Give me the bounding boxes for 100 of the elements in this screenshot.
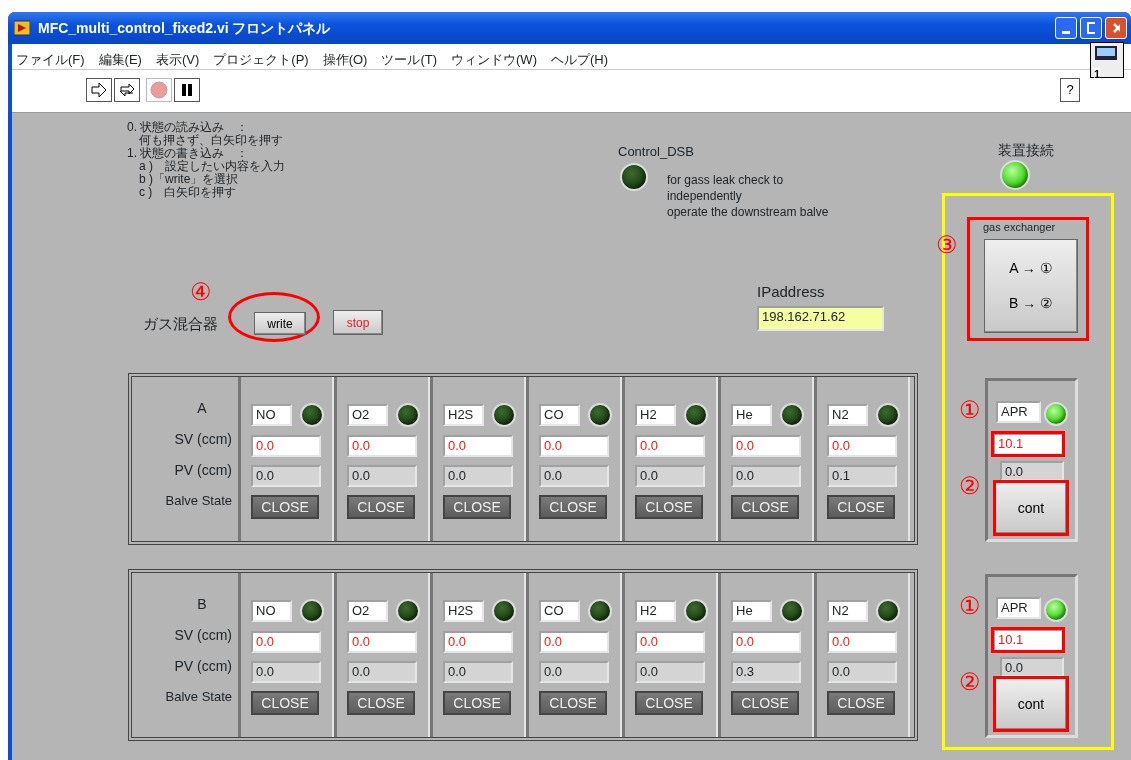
- reading-field: 0.0: [347, 661, 417, 683]
- menu-item[interactable]: 表示(V): [155, 50, 200, 67]
- exchanger-button[interactable]: A → ① B → ②: [984, 239, 1078, 333]
- setpoint-field[interactable]: 0.0: [827, 631, 897, 653]
- exchanger-label: gas exchanger: [983, 220, 1056, 235]
- setpoint-field[interactable]: 0.0: [731, 631, 801, 653]
- valve-button[interactable]: CLOSE: [347, 495, 415, 519]
- setpoint-field[interactable]: 10.1: [993, 433, 1063, 455]
- valve-button[interactable]: CLOSE: [539, 495, 607, 519]
- field-label: IPaddress: [757, 282, 825, 302]
- annotation-number: ②: [959, 670, 981, 694]
- gas-name-field: NO: [251, 404, 293, 426]
- indicator-label: 装置接続: [998, 141, 1054, 160]
- gas-name-field: N2: [827, 600, 869, 622]
- reading-field: 0.3: [731, 661, 801, 683]
- write-button[interactable]: write: [254, 312, 306, 335]
- valve-button[interactable]: CLOSE: [539, 691, 607, 715]
- group-label: B: [196, 595, 207, 614]
- valve-button[interactable]: CLOSE: [635, 495, 703, 519]
- valve-button[interactable]: CLOSE: [827, 495, 895, 519]
- row-label: PV (ccm): [174, 657, 232, 676]
- group-label: A: [196, 399, 207, 418]
- reading-field: 0.0: [443, 465, 513, 487]
- valve-button[interactable]: CLOSE: [251, 691, 319, 715]
- close-button[interactable]: [1105, 17, 1127, 39]
- setpoint-field[interactable]: 0.0: [827, 435, 897, 457]
- gas-name-field: NO: [251, 600, 293, 622]
- setpoint-field[interactable]: 0.0: [347, 631, 417, 653]
- app-icon: [14, 20, 30, 36]
- valve-button[interactable]: CLOSE: [731, 691, 799, 715]
- reading-field: 0.0: [731, 465, 801, 487]
- gas-name-field: H2S: [443, 404, 485, 426]
- cont-button[interactable]: cont: [995, 678, 1067, 730]
- reading-field: 0.0: [443, 661, 513, 683]
- menu-item[interactable]: 操作(O): [322, 50, 368, 67]
- valve-button[interactable]: CLOSE: [443, 691, 511, 715]
- annotation-number: ①: [959, 594, 981, 618]
- mixer-label: ガス混合器: [143, 314, 218, 334]
- gas-name-field: H2S: [443, 600, 485, 622]
- setpoint-field[interactable]: 0.0: [251, 435, 321, 457]
- help-button[interactable]: ?: [1060, 78, 1080, 102]
- reading-field: 0.1: [827, 465, 897, 487]
- menu-item[interactable]: ヘルプ(H): [550, 50, 608, 67]
- valve-button[interactable]: CLOSE: [347, 691, 415, 715]
- gas-name-field: N2: [827, 404, 869, 426]
- pause-icon[interactable]: [174, 78, 200, 102]
- setpoint-field[interactable]: 0.0: [251, 631, 321, 653]
- run-continuously-icon[interactable]: [114, 78, 140, 102]
- button-line: A → ①: [1009, 259, 1053, 278]
- menu-item[interactable]: ファイル(F): [16, 50, 85, 67]
- cont-button[interactable]: cont: [995, 482, 1067, 534]
- reading-field: 0.0: [539, 661, 609, 683]
- setpoint-field[interactable]: 0.0: [635, 435, 705, 457]
- menu-item[interactable]: 編集(E): [98, 50, 142, 67]
- setpoint-field[interactable]: 0.0: [539, 631, 609, 653]
- minimize-icon: [1062, 30, 1070, 34]
- gas-name-field: O2: [347, 404, 389, 426]
- instruction-text: 0. 状態の読み込み ： 何も押さず、白矢印を押す 1. 状態の書き込み ： a ) 設定したい内容を入力 b )「write」を選択 c ) 白矢印を押す: [127, 121, 285, 199]
- button-line: B → ②: [1008, 294, 1054, 313]
- gas-name-field: APR: [996, 401, 1041, 423]
- row-label: SV (ccm): [174, 430, 232, 449]
- menu-item[interactable]: プロジェクト(P): [213, 50, 309, 67]
- annotation-number: ②: [959, 474, 981, 498]
- ip-address-field[interactable]: 198.162.71.62: [757, 306, 884, 331]
- reading-field: 0.0: [251, 661, 321, 683]
- reading-field: 0.0: [347, 465, 417, 487]
- gas-name-field: H2: [635, 600, 677, 622]
- row-label: Balve State: [165, 688, 232, 706]
- setpoint-field[interactable]: 0.0: [347, 435, 417, 457]
- reading-field: 0.0: [539, 465, 609, 487]
- setpoint-field[interactable]: 0.0: [443, 435, 513, 457]
- row-label: PV (ccm): [174, 461, 232, 480]
- control-label: Control_DSB: [618, 143, 694, 161]
- minimize-button[interactable]: [1055, 17, 1077, 39]
- valve-button[interactable]: CLOSE: [827, 691, 895, 715]
- gas-name-field: APR: [996, 597, 1041, 619]
- setpoint-field[interactable]: 0.0: [635, 631, 705, 653]
- menu-item[interactable]: ウィンドウ(W): [451, 50, 537, 67]
- valve-button[interactable]: CLOSE: [635, 691, 703, 715]
- icon-label: 1: [1094, 67, 1101, 80]
- setpoint-field[interactable]: 0.0: [731, 435, 801, 457]
- menu-item[interactable]: ツール(T): [381, 50, 438, 67]
- stop-button[interactable]: stop: [333, 310, 383, 335]
- setpoint-field[interactable]: 10.1: [993, 629, 1063, 651]
- reading-field: 0.0: [635, 465, 705, 487]
- setpoint-field[interactable]: 0.0: [539, 435, 609, 457]
- note-text: for gass leak check to independently operate the downstream balve: [667, 172, 829, 220]
- gas-name-field: CO: [539, 404, 581, 426]
- maximize-button[interactable]: [1080, 17, 1102, 39]
- valve-button[interactable]: CLOSE: [443, 495, 511, 519]
- valve-button[interactable]: CLOSE: [731, 495, 799, 519]
- reading-field: 0.0: [635, 661, 705, 683]
- reading-field: 0.0: [1000, 461, 1064, 481]
- gas-name-field: He: [731, 600, 773, 622]
- setpoint-field[interactable]: 0.0: [443, 631, 513, 653]
- close-icon: [1112, 22, 1120, 34]
- annotation-number: ①: [959, 398, 981, 422]
- valve-button[interactable]: CLOSE: [251, 495, 319, 519]
- gas-name-field: He: [731, 404, 773, 426]
- maximize-icon: [1087, 22, 1095, 34]
